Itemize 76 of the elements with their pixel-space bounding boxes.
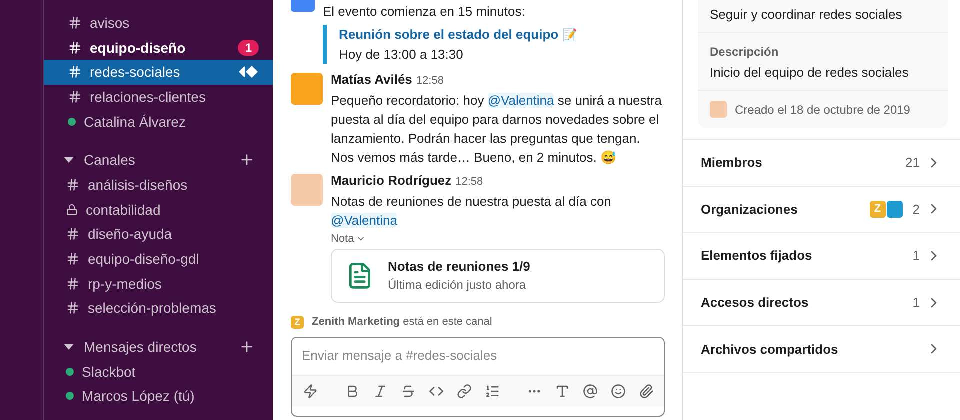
section-title[interactable]: Mensajes directos — [84, 338, 229, 355]
lock-icon — [66, 204, 78, 216]
sidebar-item[interactable]: diseño-ayuda — [44, 222, 273, 247]
sidebar-item[interactable]: relaciones-clientes — [44, 84, 273, 110]
message-composer[interactable]: Enviar mensaje a #redes-sociales — [291, 337, 665, 417]
message-text: El evento comienza en 15 minutos: — [323, 3, 526, 21]
hash-icon — [68, 16, 82, 30]
calendar-icon — [291, 0, 315, 12]
shared-channel-icon — [239, 66, 259, 78]
emoji-icon — [611, 384, 626, 399]
description-label: Descripción — [710, 45, 780, 59]
details-row[interactable]: Archivos compartidos — [683, 326, 960, 373]
add-icon[interactable] — [239, 152, 255, 168]
sidebar-item[interactable]: equipo-diseño 1 — [44, 36, 273, 60]
hash-icon — [66, 227, 80, 242]
sidebar-item[interactable]: rp-y-medios — [44, 271, 273, 296]
sidebar-item[interactable]: análisis-diseños — [44, 172, 273, 198]
caret-icon[interactable] — [64, 156, 74, 163]
caret-icon[interactable] — [64, 344, 74, 350]
author-name[interactable]: Matías Avilés — [331, 72, 412, 87]
hash-icon — [66, 178, 80, 192]
mention-icon — [583, 384, 598, 399]
mention-link[interactable]: @Valentina — [488, 93, 554, 108]
hash-icon — [66, 276, 80, 291]
sidebar-item[interactable]: Catalina Álvarez — [44, 109, 273, 134]
online-dot-icon — [66, 368, 74, 376]
italic-icon — [373, 384, 388, 399]
details-row[interactable]: Miembros 21 — [683, 140, 960, 187]
org-badge: Z — [870, 200, 886, 218]
hash-icon — [66, 252, 80, 266]
text-format-icon — [555, 384, 570, 399]
details-row[interactable]: Organizaciones Z 2 — [683, 186, 960, 234]
timestamp[interactable]: 12:58 — [416, 75, 444, 87]
app-badge: Z — [291, 316, 304, 328]
note-label[interactable]: Nota — [331, 232, 665, 246]
created-text: Creado el 18 de octubre de 2019 — [735, 102, 910, 116]
timestamp[interactable]: 12:58 — [456, 176, 484, 188]
online-dot-icon — [66, 392, 74, 400]
hash-icon — [66, 301, 80, 316]
hash-icon — [68, 90, 82, 104]
strikethrough-icon — [401, 384, 416, 399]
sidebar-item[interactable]: Marcos López (tú) — [44, 384, 273, 409]
topic-text: Seguir y coordinar redes sociales — [710, 7, 904, 22]
sidebar-item[interactable]: contabilidad — [44, 198, 273, 222]
add-icon[interactable] — [239, 338, 255, 355]
file-title: Notas de reuniones 1/9 — [388, 258, 530, 276]
attach-icon — [639, 384, 654, 399]
hash-icon — [68, 40, 82, 55]
numbered-list-icon — [485, 384, 500, 399]
message-text: Pequeño recordatorio: hoy @Valentina se unirá a nuestra puesta al día del equipo para darnos novedades sobre el lanzamiento. Podrán hacer las preguntas que tengan. Nos vemos más tarde… Bueno, en 2 minutos. 😅 — [331, 92, 663, 167]
details-row[interactable]: Accesos directos 1 — [683, 280, 960, 326]
file-card[interactable]: Notas de reuniones 1/9 Última edición justo ahora — [331, 249, 665, 303]
sidebar-item[interactable]: avisos — [44, 11, 273, 36]
sidebar-item[interactable]: Slackbot — [44, 360, 273, 384]
file-subtitle: Última edición justo ahora — [388, 277, 528, 294]
mention-link[interactable]: @Valentina — [331, 213, 398, 228]
sidebar-item[interactable]: selección-problemas — [44, 296, 273, 321]
online-dot-icon — [68, 118, 76, 126]
details-row[interactable]: Elementos fijados 1 — [683, 233, 960, 280]
message-text: Notas de reuniones de nuestra puesta al día con @Valentina — [331, 193, 612, 230]
shortcuts-icon — [303, 384, 318, 399]
link-icon — [457, 384, 472, 399]
section-title[interactable]: Canales — [84, 152, 229, 168]
event-time: Hoy de 13:00 a 13:30 — [339, 46, 464, 64]
code-icon — [429, 384, 444, 399]
event-link[interactable]: Reunión sobre el estado del equipo — [339, 27, 559, 42]
bold-icon — [345, 384, 360, 399]
sidebar-item[interactable]: equipo-diseño-gdl — [44, 246, 273, 272]
hash-icon — [68, 65, 82, 80]
author-name[interactable]: Mauricio Rodríguez — [331, 173, 452, 188]
unread-badge: 1 — [238, 40, 259, 56]
avatar — [710, 101, 727, 118]
sidebar-item[interactable]: redes-sociales — [44, 60, 273, 85]
description-text: Inicio del equipo de redes sociales — [710, 65, 910, 80]
channel-notice: Zenith Marketing está en este canal — [312, 315, 492, 329]
memo-emoji: 📝 — [562, 28, 578, 42]
